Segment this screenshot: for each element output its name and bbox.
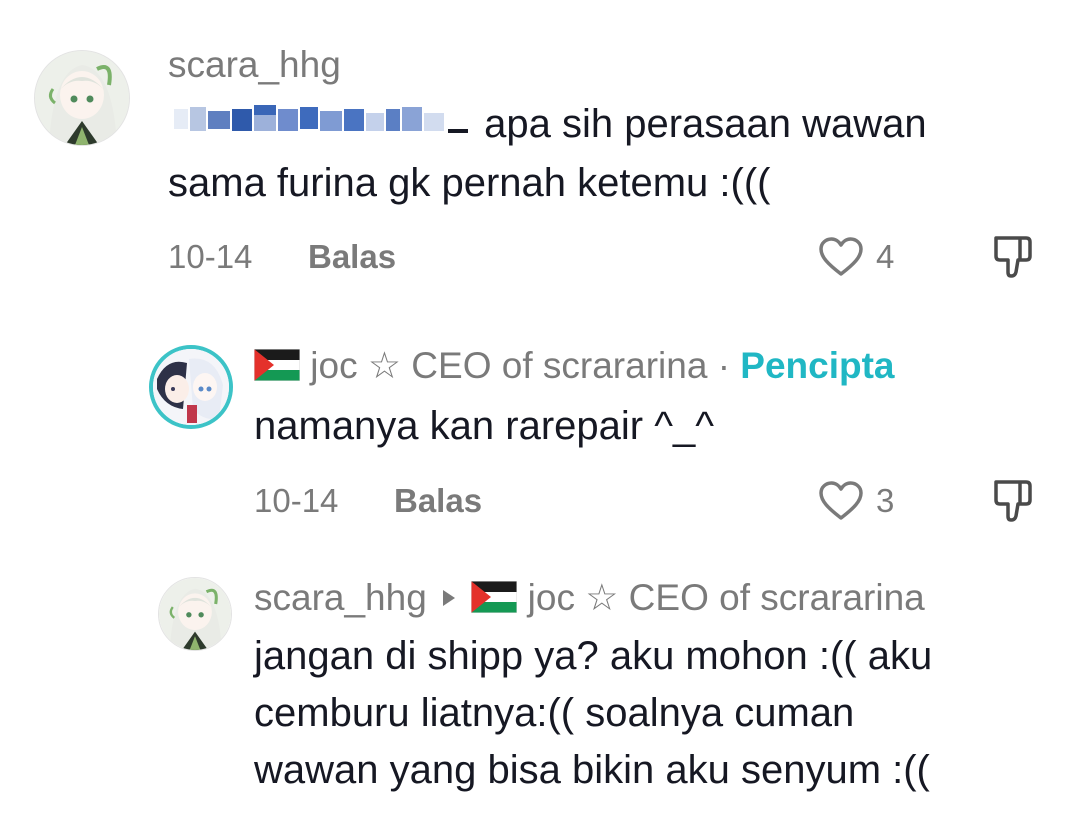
like-count: 4 — [876, 238, 895, 275]
palestine-flag-icon — [470, 580, 518, 622]
heart-icon — [819, 237, 863, 276]
avatar-image — [35, 51, 129, 145]
thumbs-down-icon — [994, 236, 1032, 278]
comment-username[interactable]: scara_hhg — [168, 44, 341, 85]
thumbs-down-icon — [994, 480, 1032, 522]
heart-icon — [819, 481, 863, 520]
like-count: 3 — [876, 482, 895, 519]
reply-button[interactable]: Balas — [308, 238, 396, 276]
like-button[interactable] — [818, 480, 864, 527]
comment-text-line-2: cemburu liatnya:(( soalnya cuman — [254, 691, 855, 735]
reply-arrow-icon — [441, 575, 457, 617]
comment-text-line-1: jangan di shipp ya? aku mohon :(( aku — [254, 634, 933, 678]
comment-text-line-2: sama furina gk pernah ketemu :((( — [168, 160, 771, 205]
palestine-flag-icon — [253, 348, 301, 390]
comment-text: namanya kan rarepair ^_^ — [254, 404, 714, 448]
dislike-button[interactable] — [990, 478, 1036, 529]
reply-to-username[interactable]: joc ☆ CEO of scrararina — [528, 577, 925, 618]
avatar-image — [153, 349, 229, 425]
separator-dot: · — [717, 345, 731, 386]
avatar[interactable] — [149, 345, 233, 429]
avatar[interactable] — [158, 577, 232, 651]
redacted-mention — [168, 98, 473, 155]
avatar[interactable] — [34, 50, 130, 146]
comment-username[interactable]: scara_hhg — [254, 577, 427, 618]
like-button[interactable] — [818, 236, 864, 283]
comment-text-line-3: wawan yang bisa bikin aku senyum :(( — [254, 748, 930, 792]
comment-text-line-1: apa sih perasaan wawan — [168, 96, 1048, 155]
comment-date: 10-14 — [168, 238, 253, 275]
comment-username[interactable]: joc ☆ CEO of scrararina — [310, 345, 707, 386]
avatar-image — [159, 578, 231, 650]
creator-badge: Pencipta — [740, 345, 895, 386]
comment-date: 10-14 — [254, 482, 339, 519]
reply-button[interactable]: Balas — [394, 482, 482, 520]
dislike-button[interactable] — [990, 234, 1036, 285]
